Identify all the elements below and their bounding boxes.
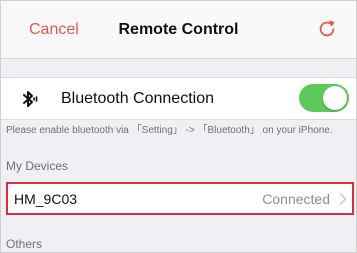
bluetooth-icon [23,91,38,107]
section-header-my-devices: My Devices [6,159,69,173]
bluetooth-toggle[interactable] [299,84,349,112]
bluetooth-connection-label: Bluetooth Connection [61,90,214,107]
bluetooth-connection-row: Bluetooth Connection [1,77,356,120]
chevron-right-icon [339,193,347,205]
section-header-others: Others [6,237,43,251]
device-row[interactable]: HM_9C03 Connected [6,182,354,215]
page-title: Remote Control [118,21,239,38]
remote-control-screen: Cancel Remote Control Bluetooth Connecti… [0,0,357,253]
device-status: Connected [262,191,330,207]
navigation-bar: Cancel Remote Control [1,1,356,59]
refresh-icon[interactable] [316,18,338,40]
bluetooth-hint-text: Please enable bluetooth via 「Setting」 ->… [6,125,333,136]
device-name: HM_9C03 [14,191,78,207]
toggle-knob [323,86,347,110]
